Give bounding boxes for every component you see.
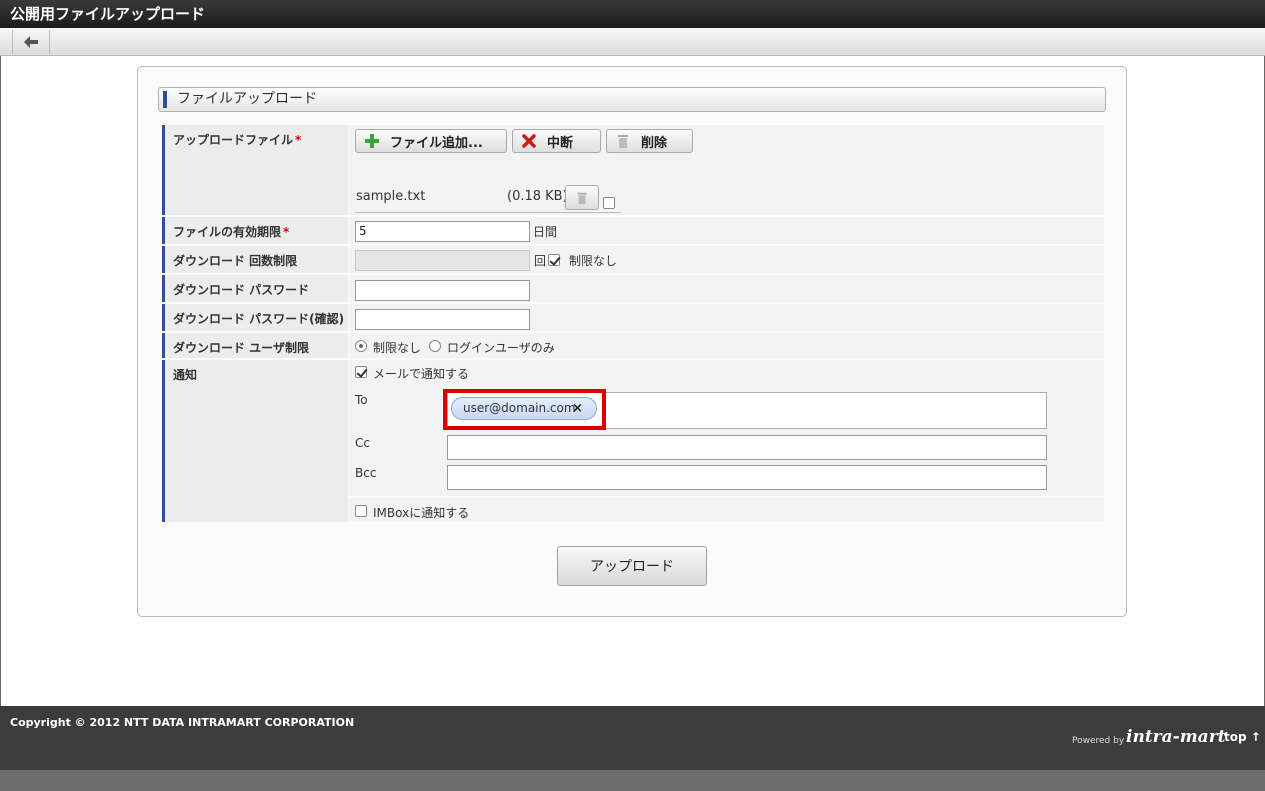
plus-icon	[364, 133, 380, 149]
add-file-button[interactable]: ファイル追加...	[355, 129, 507, 153]
file-row-divider	[355, 212, 621, 213]
download-count-unit: 回	[534, 254, 547, 268]
window-title: 公開用ファイルアップロード	[0, 0, 1265, 28]
password-confirm-input[interactable]	[355, 309, 530, 330]
download-unlimited-label: 制限なし	[569, 254, 618, 268]
user-restriction-login-radio[interactable]	[429, 340, 441, 352]
notify-label-text: 通知	[173, 368, 198, 382]
powered-by-text: Powered by	[1072, 736, 1125, 746]
file-delete-button[interactable]	[565, 185, 599, 210]
expiry-unit: 日間	[533, 225, 558, 239]
cancel-button[interactable]: 中断	[512, 129, 601, 153]
password-label: ダウンロード パスワード	[162, 275, 348, 302]
trash-icon	[615, 133, 631, 149]
download-unlimited-checkbox[interactable]	[548, 254, 560, 266]
file-name: sample.txt	[356, 189, 426, 204]
password-input[interactable]	[355, 280, 530, 301]
section-header: ファイルアップロード	[158, 87, 1106, 112]
user-restriction-label-text: ダウンロード ユーザ制限	[173, 341, 309, 355]
download-count-input[interactable]	[355, 250, 530, 271]
upload-file-label: アップロードファイル *	[162, 125, 348, 215]
file-size: (0.18 KB)	[507, 189, 568, 204]
file-select-checkbox[interactable]	[603, 197, 615, 209]
cancel-label: 中断	[547, 135, 574, 151]
cc-label: Cc	[355, 436, 370, 450]
notify-imbox-label: IMBoxに通知する	[373, 506, 470, 520]
delete-label: 削除	[641, 135, 668, 151]
download-count-label-text: ダウンロード 回数制限	[173, 254, 298, 268]
upload-button[interactable]: アップロード	[557, 546, 707, 586]
section-accent-bar	[163, 91, 167, 108]
user-restriction-none-label: 制限なし	[373, 341, 422, 355]
arrow-left-icon	[24, 36, 38, 48]
notify-label: 通知	[162, 360, 348, 522]
toolbar	[0, 28, 1265, 56]
bottom-strip	[0, 770, 1265, 791]
required-mark: *	[295, 133, 302, 147]
password-confirm-label-text: ダウンロード パスワード(確認)	[173, 312, 345, 326]
expiry-label-text: ファイルの有効期限	[173, 225, 282, 239]
to-label: To	[355, 393, 368, 407]
delete-button[interactable]: 削除	[606, 129, 693, 153]
notify-imbox-checkbox[interactable]	[355, 505, 367, 517]
back-button[interactable]	[12, 30, 50, 54]
user-restriction-none-radio[interactable]	[355, 340, 367, 352]
bcc-input[interactable]	[447, 465, 1047, 490]
download-count-label: ダウンロード 回数制限	[162, 246, 348, 273]
upload-file-label-text: アップロードファイル	[173, 133, 294, 147]
user-restriction-login-label: ログインユーザのみ	[447, 341, 555, 355]
notify-mail-label: メールで通知する	[373, 367, 470, 381]
cc-input[interactable]	[447, 435, 1047, 460]
bcc-label: Bcc	[355, 466, 377, 480]
highlight-box	[443, 389, 606, 430]
user-restriction-label: ダウンロード ユーザ制限	[162, 333, 348, 358]
password-confirm-label: ダウンロード パスワード(確認)	[162, 304, 348, 331]
expiry-label: ファイルの有効期限 *	[162, 217, 348, 244]
trash-icon	[577, 192, 587, 204]
expiry-input[interactable]: 5	[355, 221, 530, 242]
password-label-text: ダウンロード パスワード	[173, 283, 310, 297]
section-title: ファイルアップロード	[177, 91, 317, 107]
cross-icon	[521, 133, 537, 149]
copyright-text: Copyright © 2012 NTT DATA INTRAMART CORP…	[10, 716, 355, 729]
frame-border-left	[0, 56, 1, 706]
top-link[interactable]: top ↑	[1224, 730, 1261, 744]
add-file-label: ファイル追加...	[390, 135, 483, 151]
footer: Copyright © 2012 NTT DATA INTRAMART CORP…	[0, 706, 1265, 770]
notify-mail-checkbox[interactable]	[355, 366, 367, 378]
required-mark: *	[283, 225, 290, 239]
intra-mart-logo: intra-mart	[1126, 727, 1226, 747]
